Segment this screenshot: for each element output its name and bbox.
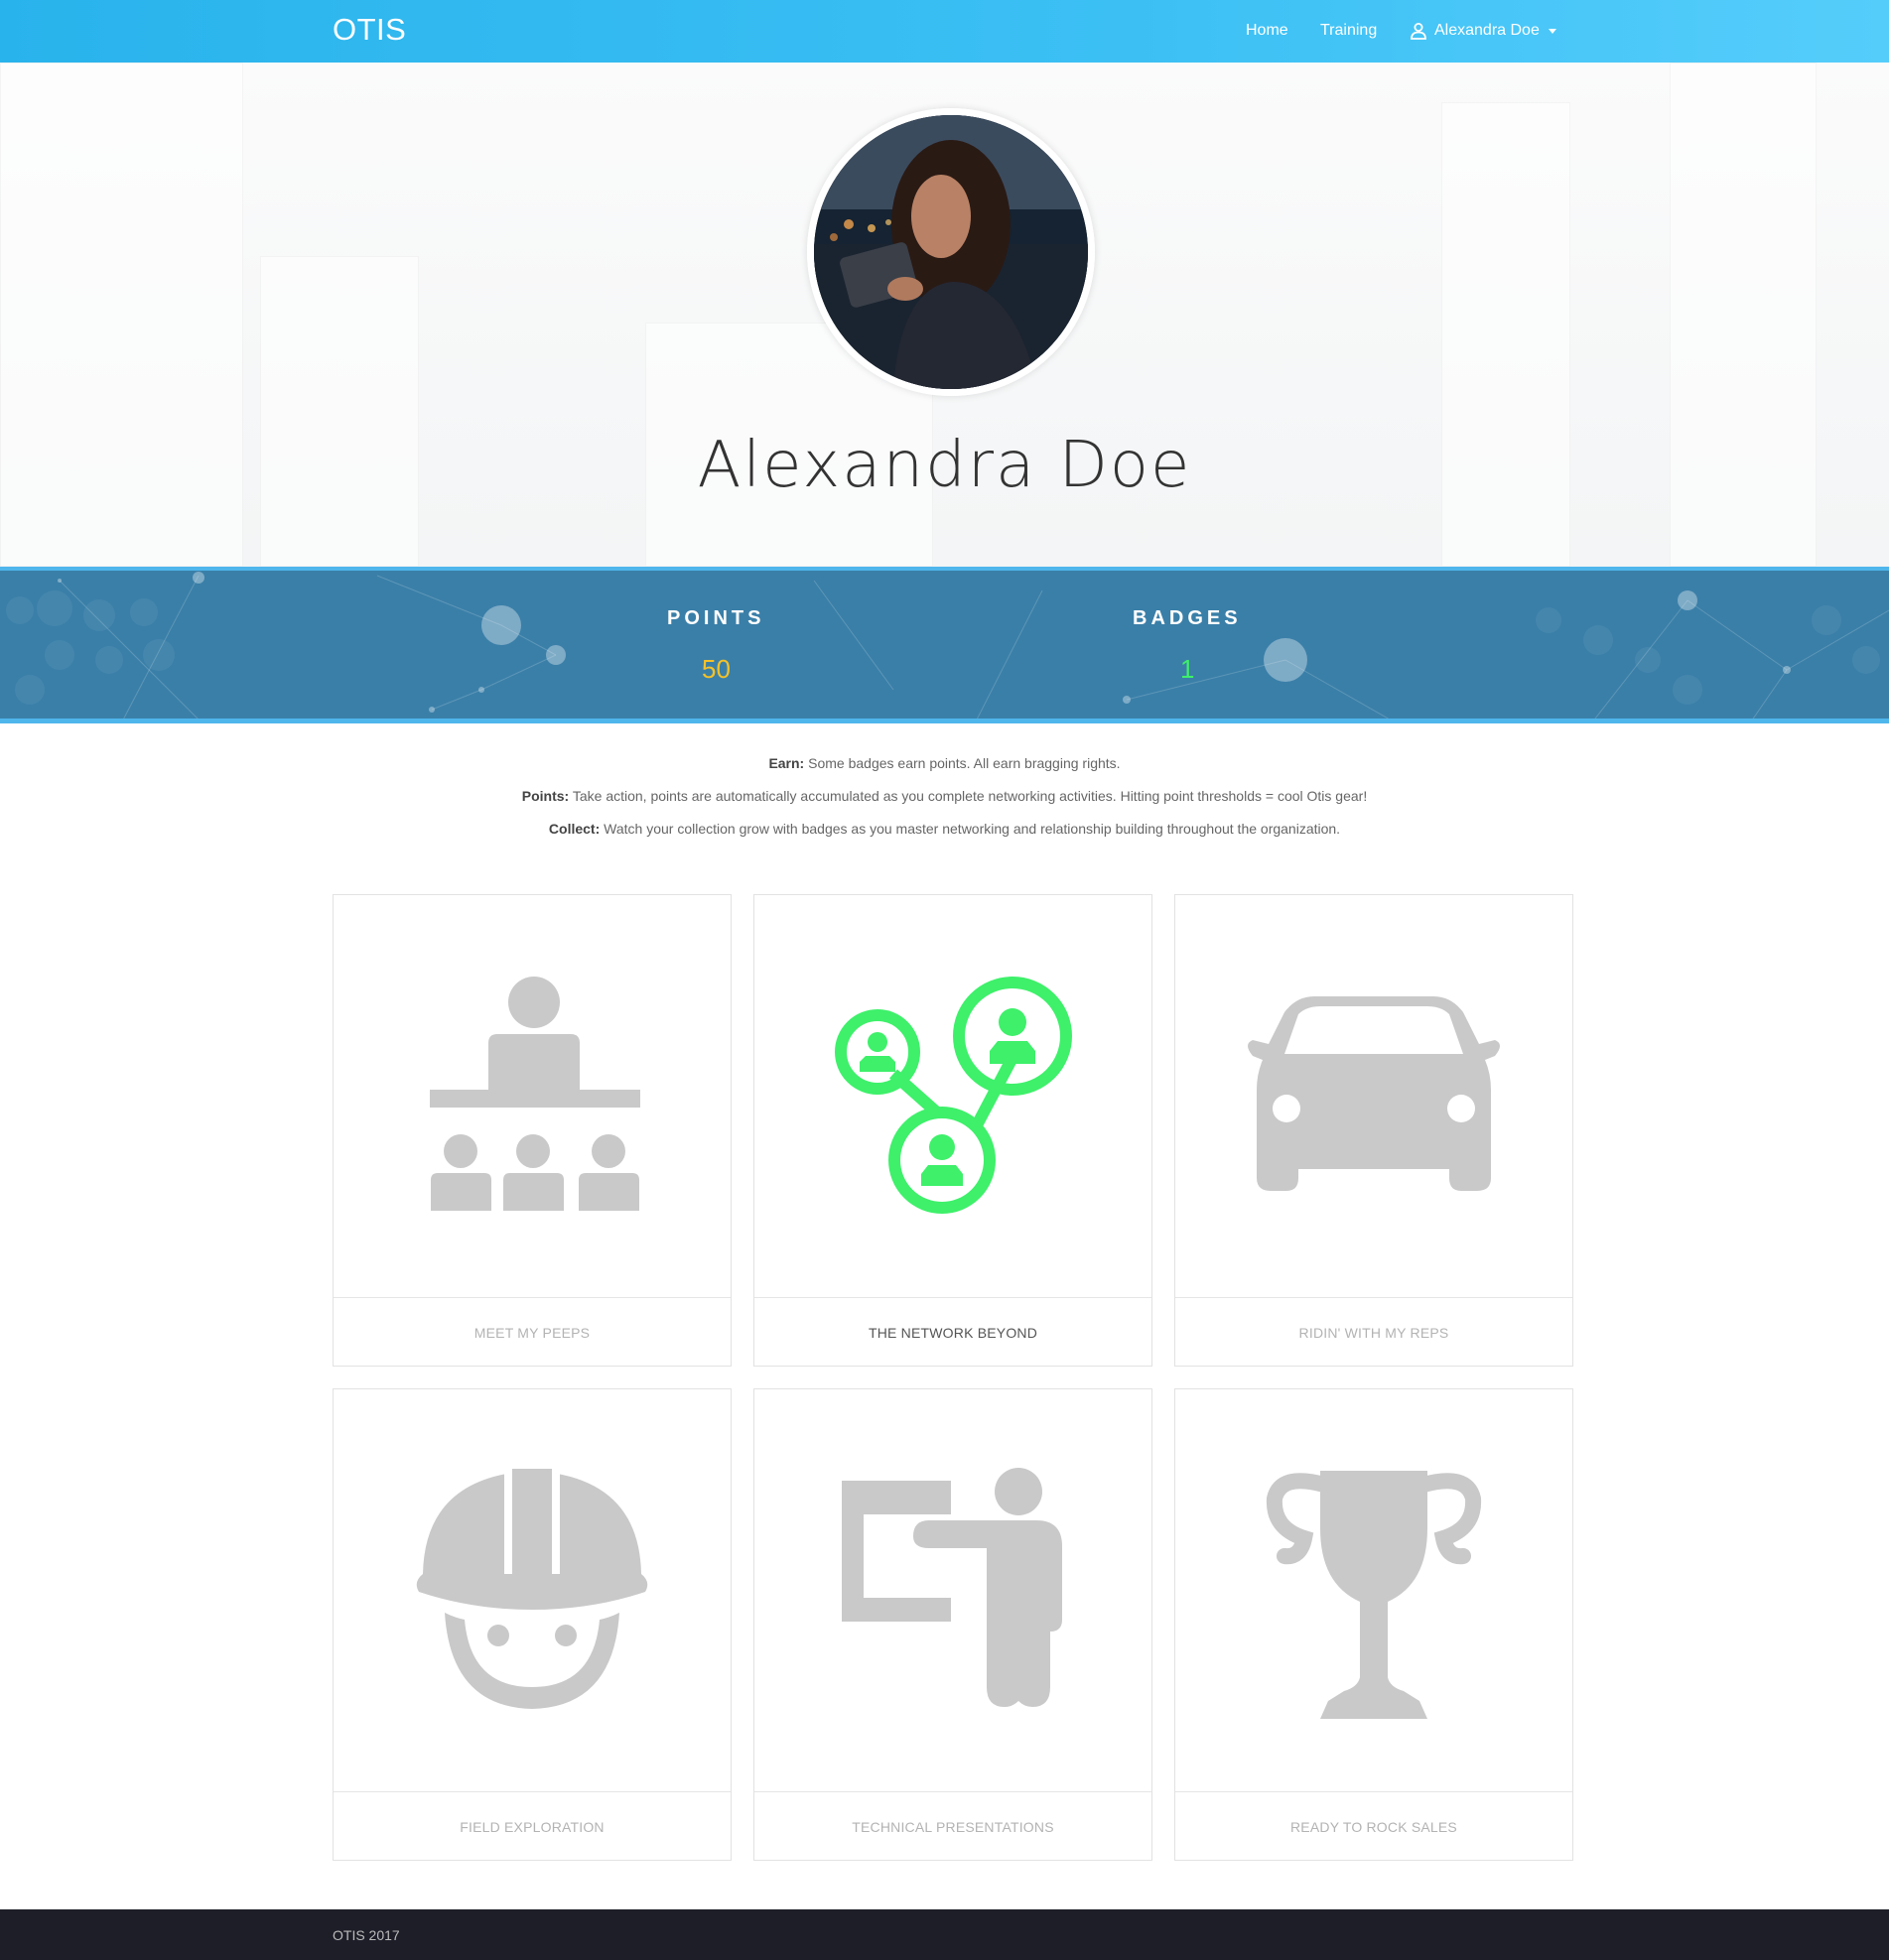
top-navbar: OTIS Home Training Alexandra Doe bbox=[0, 0, 1889, 63]
user-menu-name: Alexandra Doe bbox=[1434, 22, 1540, 39]
badge-label: RIDIN' WITH MY REPS bbox=[1298, 1325, 1449, 1341]
footer: OTIS 2017 bbox=[0, 1909, 1889, 1960]
badge-label: FIELD EXPLORATION bbox=[460, 1819, 605, 1835]
network-icon bbox=[835, 977, 1072, 1214]
nav-training-link[interactable]: Training bbox=[1320, 22, 1377, 40]
badge-label: THE NETWORK BEYOND bbox=[868, 1325, 1038, 1341]
badge-card[interactable]: READY TO ROCK SALES bbox=[1174, 1388, 1573, 1861]
collect-info-label: Collect: bbox=[548, 821, 601, 837]
badge-icon-area bbox=[334, 895, 731, 1298]
points-info-label: Points: bbox=[521, 788, 570, 804]
badges-value: 1 bbox=[1180, 654, 1195, 684]
points-value: 50 bbox=[702, 654, 731, 684]
earn-info: Earn: Some badges earn points. All earn … bbox=[0, 751, 1889, 784]
presenter-icon bbox=[842, 1468, 1062, 1707]
badge-info: Earn: Some badges earn points. All earn … bbox=[0, 751, 1889, 849]
earn-info-text: Some badges earn points. All earn braggi… bbox=[804, 755, 1121, 771]
nav-home-link[interactable]: Home bbox=[1246, 22, 1288, 40]
points-info: Points: Take action, points are automati… bbox=[0, 784, 1889, 817]
hardhat-worker-icon bbox=[416, 1465, 648, 1709]
badge-icon-area bbox=[754, 1389, 1151, 1792]
user-icon bbox=[1411, 23, 1426, 40]
chevron-down-icon bbox=[1548, 28, 1556, 34]
collect-info-text: Watch your collection grow with badges a… bbox=[600, 821, 1341, 837]
points-label: POINTS bbox=[667, 607, 765, 629]
user-menu-dropdown[interactable]: Alexandra Doe bbox=[1410, 22, 1556, 40]
badge-icon-area bbox=[1175, 1389, 1572, 1792]
footer-copyright: OTIS 2017 bbox=[333, 1927, 400, 1943]
badge-label: TECHNICAL PRESENTATIONS bbox=[852, 1819, 1054, 1835]
earn-info-label: Earn: bbox=[768, 755, 805, 771]
profile-name: Alexandra Doe bbox=[697, 429, 1192, 502]
profile-hero: Alexandra Doe bbox=[0, 63, 1889, 567]
badge-card[interactable]: THE NETWORK BEYOND bbox=[753, 894, 1152, 1367]
hero-bg-panel bbox=[260, 256, 419, 567]
points-info-text: Take action, points are automatically ac… bbox=[569, 788, 1368, 804]
badge-card[interactable]: MEET MY PEEPS bbox=[333, 894, 732, 1367]
badge-card[interactable]: TECHNICAL PRESENTATIONS bbox=[753, 1388, 1152, 1861]
badges-label: BADGES bbox=[1133, 607, 1242, 629]
collect-info: Collect: Watch your collection grow with… bbox=[0, 817, 1889, 849]
network-pattern-background bbox=[6, 572, 1889, 719]
badge-card[interactable]: RIDIN' WITH MY REPS bbox=[1174, 894, 1573, 1367]
audience-icon bbox=[430, 977, 640, 1211]
brand-logo[interactable]: OTIS bbox=[333, 12, 406, 48]
badge-icon-area bbox=[1175, 895, 1572, 1298]
trophy-icon bbox=[1266, 1471, 1482, 1719]
avatar bbox=[807, 108, 1095, 396]
badge-label: READY TO ROCK SALES bbox=[1290, 1819, 1457, 1835]
profile-photo bbox=[814, 115, 1088, 389]
car-icon bbox=[1248, 996, 1500, 1191]
badge-icon-area bbox=[754, 895, 1151, 1298]
stats-banner: POINTS 50 BADGES 1 bbox=[0, 567, 1889, 723]
badge-icon-area bbox=[334, 1389, 731, 1792]
badge-card[interactable]: FIELD EXPLORATION bbox=[333, 1388, 732, 1861]
badge-label: MEET MY PEEPS bbox=[473, 1325, 591, 1341]
